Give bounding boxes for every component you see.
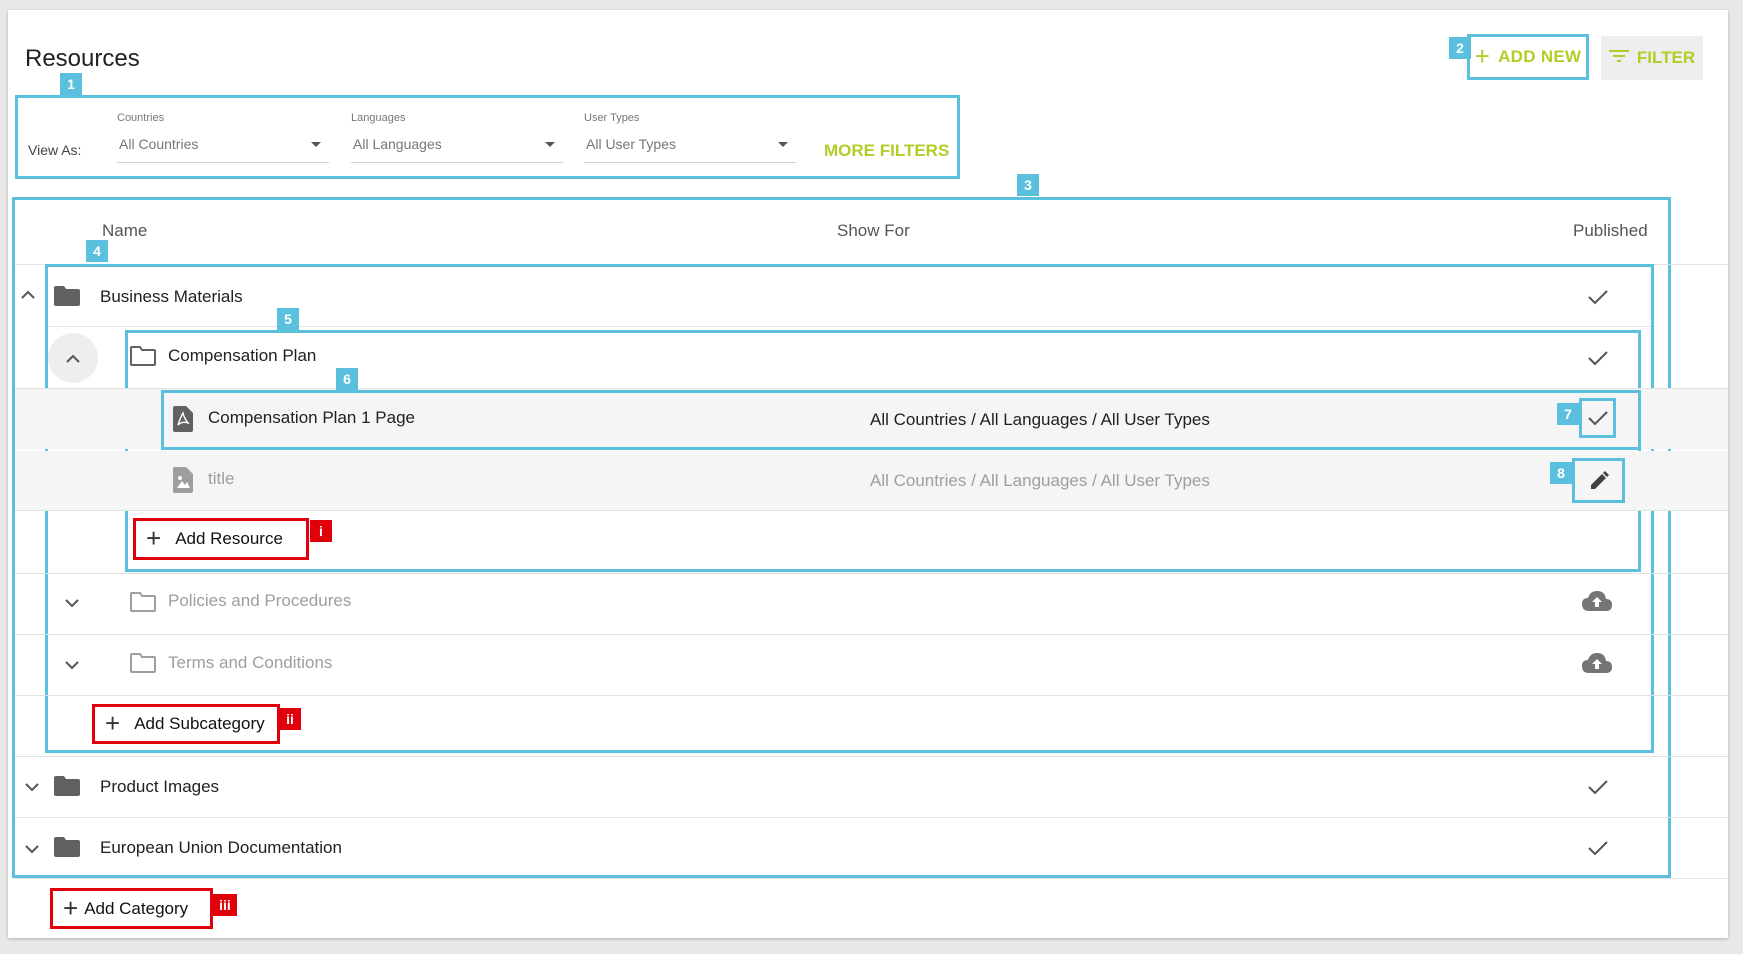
chevron-down-icon <box>311 141 321 147</box>
column-header-show-for: Show For <box>837 221 910 240</box>
filter-icon <box>1608 48 1629 69</box>
annotation-tag-7: 7 <box>1557 403 1579 425</box>
row-divider <box>15 573 1728 574</box>
row-divider <box>15 817 1728 818</box>
chevron-down-icon <box>778 141 788 147</box>
folder-icon <box>54 776 80 801</box>
category-name[interactable]: Product Images <box>100 777 219 797</box>
add-subcategory-button[interactable]: + Add Subcategory <box>92 704 280 744</box>
add-category-label: Add Category <box>84 898 189 918</box>
row-divider <box>15 388 1728 389</box>
check-icon <box>1587 349 1609 372</box>
annotation-tag-3: 3 <box>1017 174 1039 196</box>
row-divider <box>15 878 1728 879</box>
pencil-icon <box>1590 470 1609 489</box>
resource-name[interactable]: Compensation Plan 1 Page <box>208 408 415 428</box>
edit-resource-button[interactable] <box>1572 458 1625 503</box>
chevron-down-icon <box>545 141 555 147</box>
collapse-subcategory-button[interactable] <box>48 333 98 383</box>
pdf-file-icon <box>173 406 193 437</box>
chevron-up-icon <box>66 354 80 363</box>
languages-value: All Languages <box>353 136 442 152</box>
subcategory-name[interactable]: Terms and Conditions <box>168 653 332 673</box>
folder-icon <box>54 837 80 862</box>
chevron-down-icon[interactable] <box>64 658 80 676</box>
subcategory-name[interactable]: Policies and Procedures <box>168 591 351 611</box>
add-subcategory-label: Add Subcategory <box>134 714 265 733</box>
more-filters-button[interactable]: MORE FILTERS <box>824 141 949 161</box>
row-divider <box>15 756 1728 757</box>
chevron-up-icon[interactable] <box>20 287 36 305</box>
row-divider <box>15 510 1728 511</box>
user-types-dropdown[interactable]: User Types All User Types <box>584 112 796 163</box>
annotation-tag-ii: ii <box>279 708 301 730</box>
plus-icon: + <box>63 892 79 923</box>
folder-icon <box>54 286 80 311</box>
chevron-down-icon[interactable] <box>24 780 40 798</box>
languages-label: Languages <box>351 112 406 124</box>
check-icon <box>1587 778 1609 801</box>
chevron-down-icon[interactable] <box>64 596 80 614</box>
row-divider <box>15 634 1728 635</box>
add-resource-button[interactable]: + Add Resource <box>133 518 309 560</box>
annotation-tag-6: 6 <box>336 368 358 390</box>
check-icon <box>1587 288 1609 311</box>
cloud-upload-icon[interactable] <box>1582 590 1612 617</box>
annotation-tag-iii: iii <box>213 894 237 916</box>
plus-icon: + <box>105 708 121 738</box>
add-category-button[interactable]: + Add Category <box>50 888 213 929</box>
dropdown-underline <box>117 162 329 163</box>
check-icon <box>1587 411 1608 426</box>
plus-icon: + <box>146 523 162 553</box>
annotation-tag-5: 5 <box>277 308 299 330</box>
annotation-tag-1: 1 <box>60 73 82 95</box>
annotation-tag-8: 8 <box>1550 462 1572 484</box>
dropdown-underline <box>584 162 796 163</box>
subcategory-name[interactable]: Compensation Plan <box>168 346 316 366</box>
row-divider <box>15 695 1728 696</box>
add-resource-label: Add Resource <box>175 529 283 548</box>
add-new-button[interactable]: + ADD NEW <box>1467 34 1589 80</box>
countries-value: All Countries <box>119 136 199 152</box>
resource-show-for: All Countries / All Languages / All User… <box>870 410 1210 429</box>
filter-button[interactable]: FILTER <box>1601 36 1703 80</box>
category-name[interactable]: Business Materials <box>100 287 243 307</box>
add-new-label: ADD NEW <box>1498 47 1582 66</box>
annotation-tag-i: i <box>310 520 332 542</box>
plus-icon: + <box>1474 41 1491 71</box>
column-header-published: Published <box>1573 221 1648 240</box>
page-title: Resources <box>25 45 140 72</box>
filter-label: FILTER <box>1636 48 1696 67</box>
resource-show-for: All Countries / All Languages / All User… <box>870 471 1210 490</box>
languages-dropdown[interactable]: Languages All Languages <box>351 112 563 163</box>
resource-name[interactable]: title <box>208 469 234 489</box>
annotation-tag-4: 4 <box>86 240 108 262</box>
countries-label: Countries <box>117 112 165 124</box>
chevron-down-icon[interactable] <box>24 842 40 860</box>
check-icon <box>1587 839 1609 862</box>
user-types-label: User Types <box>584 112 640 124</box>
folder-outline-icon <box>130 653 156 678</box>
folder-outline-icon <box>130 346 156 371</box>
countries-dropdown[interactable]: Countries All Countries <box>117 112 329 163</box>
folder-outline-icon <box>130 592 156 617</box>
column-header-name: Name <box>102 221 148 240</box>
category-name[interactable]: European Union Documentation <box>100 838 342 858</box>
user-types-value: All User Types <box>586 136 676 152</box>
view-as-label: View As: <box>28 142 82 158</box>
cloud-upload-icon[interactable] <box>1582 652 1612 679</box>
dropdown-underline <box>351 162 563 163</box>
publish-toggle-button[interactable] <box>1579 398 1616 438</box>
image-file-icon <box>173 467 193 498</box>
